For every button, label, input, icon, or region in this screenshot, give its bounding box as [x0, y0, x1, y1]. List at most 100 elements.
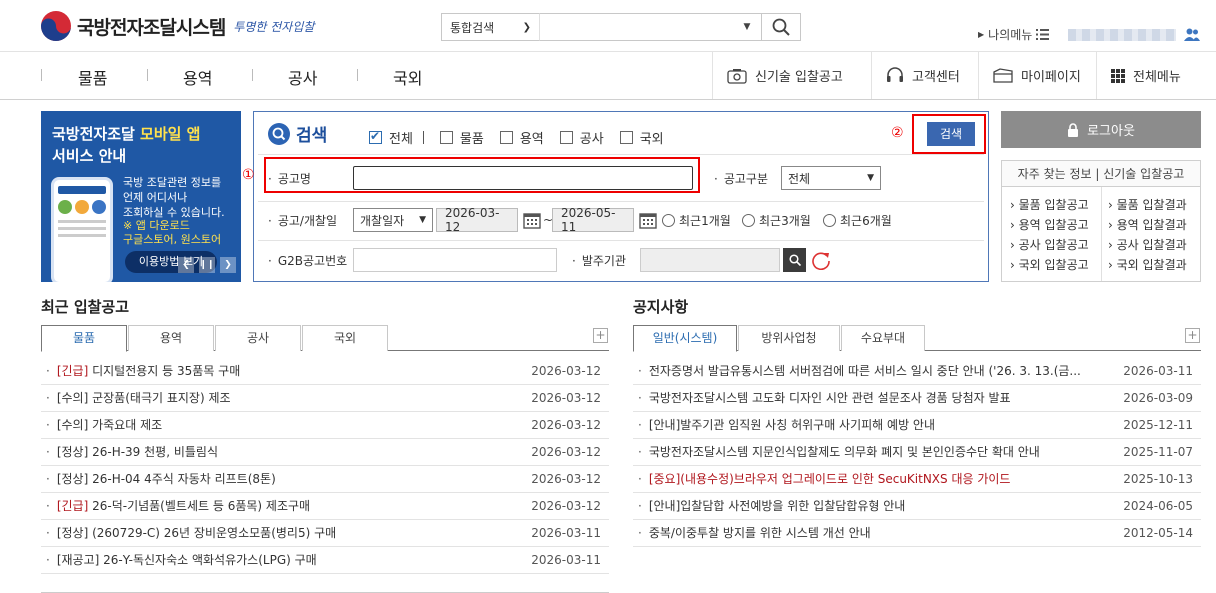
- tab-bids-overseas[interactable]: 국외: [302, 325, 388, 351]
- logout-button[interactable]: 로그아웃: [1001, 111, 1201, 148]
- tab-notices-units[interactable]: 수요부대: [841, 325, 925, 351]
- tab-notices-dapa[interactable]: 방위사업청: [738, 325, 840, 351]
- date-kind-value: 개찰일자: [360, 213, 405, 228]
- quick-link-construction-result[interactable]: 공사 입찰결과: [1108, 235, 1187, 255]
- radio-3-months[interactable]: 최근3개월: [742, 212, 811, 229]
- checkbox-construction[interactable]: 공사: [559, 128, 604, 147]
- bid-title-input[interactable]: [353, 166, 693, 190]
- bid-row[interactable]: [정상] 26-H-04 4주식 자동차 리프트(8톤) 2026-03-12: [41, 466, 609, 493]
- nav-item-construction[interactable]: 공사: [288, 65, 317, 89]
- bid-row[interactable]: [재공고] 26-Y-독신자숙소 액화석유가스(LPG) 구매 2026-03-1…: [41, 547, 609, 574]
- site-logo[interactable]: 국방전자조달시스템 투명한 전자입찰: [40, 10, 314, 42]
- bid-row[interactable]: [수의] 군장품(태극기 표지장) 제조 2026-03-12: [41, 385, 609, 412]
- tab-bids-goods[interactable]: 물품: [41, 325, 127, 352]
- notice-row[interactable]: 국방전자조달시스템 지문인식입찰제도 의무화 폐지 및 본인인증수단 확대 안내…: [633, 439, 1201, 466]
- ordering-agency-input[interactable]: [640, 248, 780, 272]
- bid-title: 디지털전용지 등 35품목 구매: [88, 364, 241, 378]
- bid-date: 2026-03-11: [531, 526, 601, 540]
- radio-label: 최근3개월: [759, 214, 811, 228]
- tab-notices-general[interactable]: 일반(시스템): [633, 325, 737, 352]
- banner-prev-icon[interactable]: ❮: [178, 257, 194, 273]
- agency-search-button[interactable]: [783, 248, 806, 272]
- notice-row[interactable]: 국방전자조달시스템 고도화 디자인 시안 관련 설문조사 경품 당첨자 발표 20…: [633, 385, 1201, 412]
- notice-row[interactable]: [안내]발주기관 임직원 사칭 허위구매 사기피해 예방 안내 2025-12-1…: [633, 412, 1201, 439]
- bid-tag: [정상]: [56, 526, 89, 540]
- banner-next-icon[interactable]: ❯: [220, 257, 236, 273]
- quick-link-construction-bid[interactable]: 공사 입찰공고: [1010, 235, 1089, 255]
- bid-row[interactable]: [긴급] 26-덕-기념품(벨트세트 등 6품목) 제조구매 2026-03-12: [41, 493, 609, 520]
- bid-row[interactable]: [정상] 26-H-39 천평, 비틀림식 2026-03-12: [41, 439, 609, 466]
- nav-all-menu[interactable]: 전체메뉴: [1096, 52, 1216, 99]
- radio-empty-icon: [742, 214, 755, 227]
- tab-bids-construction[interactable]: 공사: [215, 325, 301, 351]
- notice-row[interactable]: 전자증명서 발급유통시스템 서버점검에 따른 서비스 일시 중단 안내 ('26…: [633, 358, 1201, 385]
- radio-1-month[interactable]: 최근1개월: [662, 212, 731, 229]
- mobile-app-banner[interactable]: 국방전자조달 모바일 앱 서비스 안내 국방 조달관련 정보를 언제 어디서나 …: [41, 111, 241, 282]
- checkbox-services[interactable]: 용역: [499, 128, 544, 147]
- checkbox-empty-icon: [619, 131, 633, 144]
- notice-row[interactable]: 중복/이중투찰 방지를 위한 시스템 개선 안내 2012-05-14: [633, 520, 1201, 547]
- user-name-blurred: [1068, 29, 1176, 41]
- banner-title-highlight: 모바일 앱: [140, 125, 201, 143]
- quick-link-services-result[interactable]: 용역 입찰결과: [1108, 215, 1187, 235]
- notice-row[interactable]: [중요](내용수정)브라우저 업그레이드로 인한 SecuKitNXS 대응 가…: [633, 466, 1201, 493]
- bid-tag: [정상]: [56, 472, 89, 486]
- nav-customer-center[interactable]: 고객센터: [871, 52, 978, 99]
- bid-tag: [정상]: [56, 445, 89, 459]
- notice-title: [안내]입찰담합 사전예방을 위한 입찰담합유형 안내: [638, 493, 905, 519]
- bid-row[interactable]: [정상] (260729-C) 26년 장비운영소모품(병리5) 구매 2026-…: [41, 520, 609, 547]
- checkbox-overseas[interactable]: 국외: [619, 128, 664, 147]
- quick-link-goods-bid[interactable]: 물품 입찰공고: [1010, 195, 1089, 215]
- bid-type-select[interactable]: 전체 ▼: [781, 166, 881, 190]
- arrow-right-icon: ▶: [978, 30, 985, 39]
- banner-store-line: 구글스토어, 원스토어: [123, 233, 222, 246]
- chevron-down-icon: ▼: [419, 215, 426, 225]
- panel-search-button[interactable]: 검색: [927, 122, 975, 146]
- calendar-icon[interactable]: [639, 211, 657, 229]
- checkbox-empty-icon: [439, 131, 453, 144]
- bid-title: 26-Y-독신자숙소 액화석유가스(LPG) 구매: [99, 553, 317, 567]
- nav-separator: [147, 69, 148, 81]
- quick-link-services-bid[interactable]: 용역 입찰공고: [1010, 215, 1089, 235]
- quick-link-overseas-bid[interactable]: 국외 입찰공고: [1010, 255, 1089, 275]
- recent-bids-title: 최근 입찰공고: [41, 298, 130, 316]
- date-to-input[interactable]: 2026-05-11: [552, 206, 634, 234]
- search-scope-select[interactable]: 통합검색 ❯: [441, 13, 539, 41]
- radio-6-months[interactable]: 최근6개월: [823, 212, 892, 229]
- search-button[interactable]: [761, 13, 801, 41]
- radio-label: 최근1개월: [679, 214, 731, 228]
- banner-pause-icon[interactable]: ❙❙: [199, 257, 215, 273]
- nav-new-tech-bid[interactable]: 신기술 입찰공고: [712, 52, 871, 99]
- quick-links-header[interactable]: 자주 찾는 정보 | 신기술 입찰공고: [1002, 161, 1200, 187]
- nav-item-goods[interactable]: 물품: [78, 65, 107, 89]
- my-menu-link[interactable]: ▶ 나의메뉴: [978, 26, 1050, 43]
- nav-separator: [252, 69, 253, 81]
- nav-item-services[interactable]: 용역: [183, 65, 212, 89]
- grid-icon: [1111, 68, 1125, 83]
- search-dropdown-arrow-icon[interactable]: ▼: [733, 13, 761, 41]
- bid-date: 2026-03-12: [531, 391, 601, 405]
- nav-my-page[interactable]: 마이페이지: [978, 52, 1096, 99]
- banner-desc-line: 국방 조달관련 정보를: [123, 176, 222, 189]
- reset-icon[interactable]: [811, 250, 831, 270]
- quick-link-goods-result[interactable]: 물품 입찰결과: [1108, 195, 1187, 215]
- quick-link-overseas-result[interactable]: 국외 입찰결과: [1108, 255, 1187, 275]
- checkbox-goods[interactable]: 물품: [439, 128, 484, 147]
- bid-row[interactable]: [수의] 가죽요대 제조 2026-03-12: [41, 412, 609, 439]
- checkbox-all[interactable]: 전체: [369, 128, 413, 147]
- banner-title: 국방전자조달 모바일 앱: [52, 123, 200, 144]
- date-from-input[interactable]: 2026-03-12: [436, 206, 518, 234]
- checkbox-label: 물품: [459, 132, 484, 147]
- tab-bids-services[interactable]: 용역: [128, 325, 214, 351]
- calendar-icon[interactable]: [523, 211, 541, 229]
- date-kind-select[interactable]: 개찰일자 ▼: [353, 208, 433, 232]
- bid-row[interactable]: [긴급] 디지털전용지 등 35품목 구매 2026-03-12: [41, 358, 609, 385]
- search-input[interactable]: [539, 13, 761, 41]
- nav-item-overseas[interactable]: 국외: [393, 65, 422, 89]
- g2b-number-input[interactable]: [353, 248, 557, 272]
- quick-links-left: 물품 입찰공고 용역 입찰공고 공사 입찰공고 국외 입찰공고: [1010, 195, 1089, 275]
- nav-all-menu-label: 전체메뉴: [1133, 70, 1181, 85]
- users-icon[interactable]: [1184, 28, 1200, 41]
- checkbox-label: 전체: [389, 132, 413, 147]
- notice-row[interactable]: [안내]입찰담합 사전예방을 위한 입찰담합유형 안내 2024-06-05: [633, 493, 1201, 520]
